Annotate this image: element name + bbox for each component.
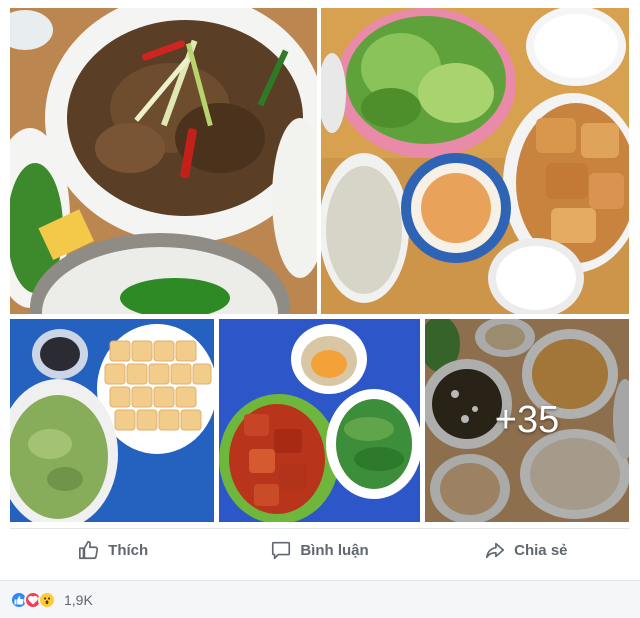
- vegetable-platter-image: [321, 8, 629, 314]
- like-button[interactable]: Thích: [10, 529, 216, 571]
- tofu-tomato-image: [219, 319, 420, 522]
- tofu-soup-image: [10, 319, 214, 522]
- reaction-count[interactable]: 1,9K: [64, 592, 93, 608]
- share-button[interactable]: Chia sẻ: [423, 529, 629, 571]
- more-photos-overlay[interactable]: +35: [425, 319, 629, 522]
- comment-button[interactable]: Bình luận: [216, 529, 422, 571]
- photo-braised-dish[interactable]: [10, 8, 317, 314]
- photo-tofu-tomato[interactable]: [219, 319, 420, 522]
- photo-vegetable-platter[interactable]: [321, 8, 629, 314]
- photo-tofu-soup[interactable]: [10, 319, 214, 522]
- comment-label: Bình luận: [300, 541, 369, 559]
- post-actions-bar: Thích Bình luận Chia sẻ: [10, 529, 629, 571]
- wow-icon: [38, 590, 56, 609]
- braised-dish-image: [10, 8, 317, 314]
- more-photos-count: +35: [494, 399, 560, 441]
- share-icon: [486, 542, 505, 559]
- comment-icon: [272, 541, 291, 560]
- photo-more-dishes[interactable]: +35: [425, 319, 629, 522]
- thumbs-up-icon: [79, 540, 99, 560]
- like-label: Thích: [108, 541, 149, 559]
- reactions-summary[interactable]: 1,9K: [0, 580, 640, 618]
- share-label: Chia sẻ: [514, 541, 568, 559]
